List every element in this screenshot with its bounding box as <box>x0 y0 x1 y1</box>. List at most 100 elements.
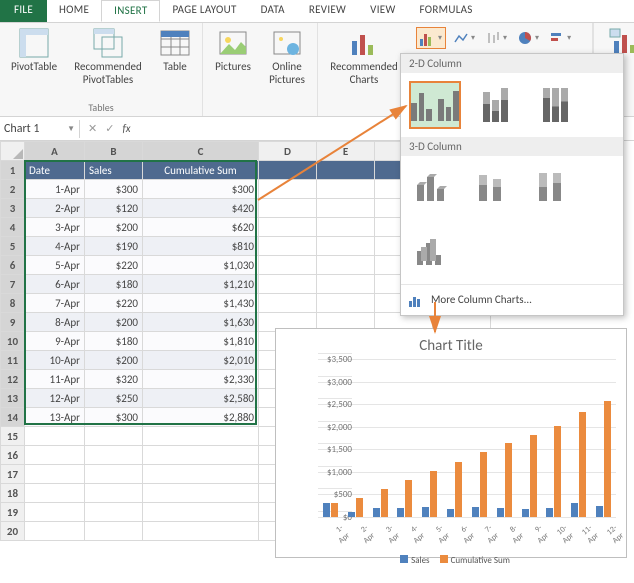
line-chart-button[interactable]: ▾ <box>450 27 478 49</box>
cell[interactable]: $2,580 <box>143 389 259 408</box>
fx-icon[interactable]: fx <box>122 122 130 135</box>
cell[interactable]: 2-Apr <box>25 199 85 218</box>
stacked-column-2d[interactable] <box>469 81 521 129</box>
cell[interactable]: $200 <box>85 313 143 332</box>
table-button[interactable]: Table <box>154 25 196 86</box>
col-header-D[interactable]: D <box>259 142 317 161</box>
cell[interactable]: $420 <box>143 199 259 218</box>
cell[interactable]: 10-Apr <box>25 351 85 370</box>
cell[interactable]: $300 <box>143 180 259 199</box>
cell[interactable]: $300 <box>85 180 143 199</box>
more-column-charts[interactable]: More Column Charts... <box>401 284 623 315</box>
stacked-column-3d[interactable] <box>469 164 521 212</box>
cell[interactable]: $810 <box>143 237 259 256</box>
row-header[interactable]: 15 <box>1 427 25 446</box>
cell[interactable]: $1,810 <box>143 332 259 351</box>
cell[interactable]: $1,630 <box>143 313 259 332</box>
row-header[interactable]: 1 <box>1 161 25 180</box>
row-header[interactable]: 7 <box>1 275 25 294</box>
tab-review[interactable]: REVIEW <box>297 0 358 22</box>
cell[interactable]: $200 <box>85 351 143 370</box>
cell[interactable]: $190 <box>85 237 143 256</box>
row-header[interactable]: 8 <box>1 294 25 313</box>
cell[interactable]: $1,030 <box>143 256 259 275</box>
cell[interactable]: 8-Apr <box>25 313 85 332</box>
cell[interactable]: $180 <box>85 332 143 351</box>
embedded-chart[interactable]: Chart Title $0$500$1,000$1,500$2,000$2,5… <box>275 328 627 558</box>
online-pictures-button[interactable]: Online Pictures <box>263 25 311 86</box>
cell[interactable]: $250 <box>85 389 143 408</box>
cell[interactable]: 6-Apr <box>25 275 85 294</box>
cell[interactable]: $220 <box>85 294 143 313</box>
misc-chart-button-1[interactable]: ▾ <box>482 27 510 49</box>
cell[interactable]: $2,330 <box>143 370 259 389</box>
column-chart-button[interactable]: ▾ <box>416 27 446 49</box>
enter-icon[interactable]: ✓ <box>105 122 114 135</box>
row-header[interactable]: 10 <box>1 332 25 351</box>
cell[interactable]: $1,210 <box>143 275 259 294</box>
cell[interactable]: 12-Apr <box>25 389 85 408</box>
row-header[interactable]: 6 <box>1 256 25 275</box>
tab-file[interactable]: FILE <box>0 0 47 22</box>
cell[interactable]: 1-Apr <box>25 180 85 199</box>
row-header[interactable]: 16 <box>1 446 25 465</box>
row-header[interactable]: 18 <box>1 484 25 503</box>
row-header[interactable]: 19 <box>1 503 25 522</box>
col-header-E[interactable]: E <box>317 142 375 161</box>
row-header[interactable]: 9 <box>1 313 25 332</box>
col-header-A[interactable]: A <box>25 142 85 161</box>
row-header[interactable]: 12 <box>1 370 25 389</box>
row-header[interactable]: 5 <box>1 237 25 256</box>
row-header[interactable]: 20 <box>1 522 25 541</box>
cell[interactable]: $220 <box>85 256 143 275</box>
cell[interactable]: $300 <box>85 408 143 427</box>
col-header-B[interactable]: B <box>85 142 143 161</box>
percent-stacked-column-2d[interactable] <box>529 81 581 129</box>
row-header[interactable]: 11 <box>1 351 25 370</box>
pivottable-button[interactable]: PivotTable <box>6 25 62 86</box>
row-header[interactable]: 4 <box>1 218 25 237</box>
select-all[interactable] <box>1 142 25 161</box>
cell[interactable]: Sales <box>85 161 143 180</box>
tab-formulas[interactable]: FORMULAS <box>408 0 485 22</box>
clustered-column-2d[interactable] <box>409 81 461 129</box>
cell[interactable]: $2,880 <box>143 408 259 427</box>
cell[interactable]: Date <box>25 161 85 180</box>
row-header[interactable]: 17 <box>1 465 25 484</box>
cell[interactable]: $120 <box>85 199 143 218</box>
bar-chart-button[interactable]: ▾ <box>546 27 574 49</box>
name-box[interactable]: Chart 1▼ <box>0 120 80 138</box>
cell[interactable]: $320 <box>85 370 143 389</box>
cell[interactable]: $620 <box>143 218 259 237</box>
percent-stacked-column-3d[interactable] <box>529 164 581 212</box>
row-header[interactable]: 2 <box>1 180 25 199</box>
cell[interactable]: Cumulative Sum <box>143 161 259 180</box>
tab-view[interactable]: VIEW <box>358 0 407 22</box>
cell[interactable]: $1,430 <box>143 294 259 313</box>
cell[interactable]: 5-Apr <box>25 256 85 275</box>
tab-data[interactable]: DATA <box>249 0 297 22</box>
cell[interactable]: 3-Apr <box>25 218 85 237</box>
cell[interactable]: $200 <box>85 218 143 237</box>
cell[interactable]: 9-Apr <box>25 332 85 351</box>
cell[interactable]: 4-Apr <box>25 237 85 256</box>
recommended-pivottables-button[interactable]: Recommended PivotTables <box>68 25 148 86</box>
chart-legend[interactable]: Sales Cumulative Sum <box>282 555 620 566</box>
recommended-charts-button[interactable]: Recommended Charts <box>324 25 404 86</box>
tab-page-layout[interactable]: PAGE LAYOUT <box>160 0 248 22</box>
chart-plot-area[interactable]: $0$500$1,000$1,500$2,000$2,500$3,000$3,5… <box>318 359 616 517</box>
clustered-column-3d[interactable] <box>409 164 461 212</box>
pie-chart-button[interactable]: ▾ <box>514 27 542 49</box>
cell[interactable]: $180 <box>85 275 143 294</box>
column-3d[interactable] <box>409 228 461 276</box>
cell[interactable]: 7-Apr <box>25 294 85 313</box>
col-header-C[interactable]: C <box>143 142 259 161</box>
tab-insert[interactable]: INSERT <box>101 0 160 22</box>
cancel-icon[interactable]: ✕ <box>88 122 97 135</box>
row-header[interactable]: 13 <box>1 389 25 408</box>
row-header[interactable]: 14 <box>1 408 25 427</box>
cell[interactable]: 11-Apr <box>25 370 85 389</box>
cell[interactable]: $2,010 <box>143 351 259 370</box>
tab-home[interactable]: HOME <box>47 0 101 22</box>
pictures-button[interactable]: Pictures <box>209 25 257 86</box>
